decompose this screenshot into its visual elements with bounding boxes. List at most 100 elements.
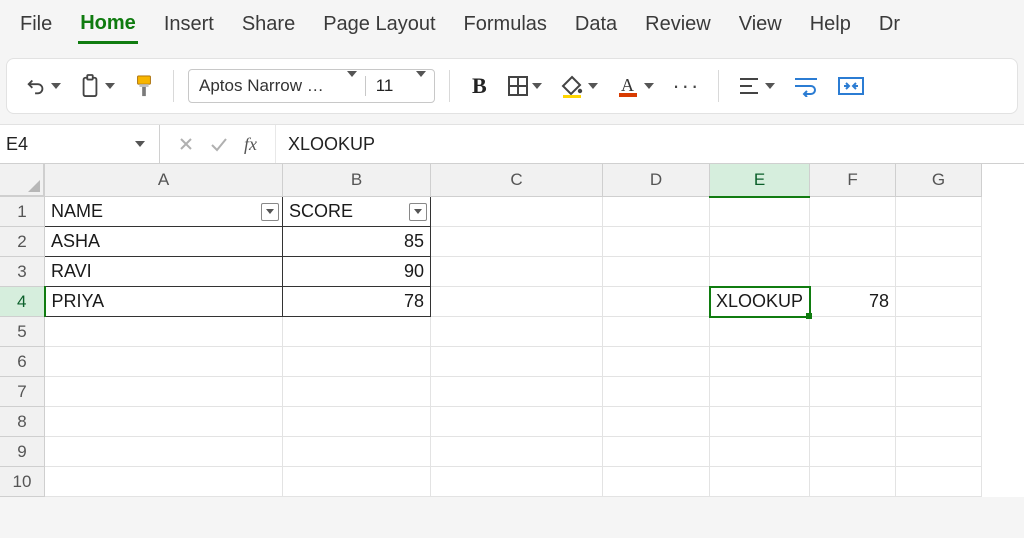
cell-G4[interactable] [896,287,982,317]
cell-D10[interactable] [603,467,710,497]
row-header-4[interactable]: 4 [0,287,45,317]
cell-B6[interactable] [283,347,431,377]
cell-F9[interactable] [810,437,896,467]
cell-D8[interactable] [603,407,710,437]
row-header-9[interactable]: 9 [0,437,45,467]
cell-G2[interactable] [896,227,982,257]
cell-G6[interactable] [896,347,982,377]
cell-A1[interactable]: NAME [45,197,283,227]
cell-B4[interactable]: 78 [283,287,431,317]
filter-button[interactable] [409,203,427,221]
cell-C8[interactable] [431,407,603,437]
cell-E6[interactable] [710,347,810,377]
tab-page-layout[interactable]: Page Layout [321,9,437,44]
formula-input[interactable]: XLOOKUP [276,134,375,155]
cell-F2[interactable] [810,227,896,257]
bold-button[interactable]: B [464,69,494,103]
more-formatting-button[interactable]: ··· [668,69,704,103]
row-header-1[interactable]: 1 [0,197,45,227]
wrap-text-button[interactable] [789,69,823,103]
row-header-7[interactable]: 7 [0,377,45,407]
col-header-G[interactable]: G [896,164,982,197]
cell-E7[interactable] [710,377,810,407]
col-header-C[interactable]: C [431,164,603,197]
row-header-2[interactable]: 2 [0,227,45,257]
cell-C5[interactable] [431,317,603,347]
cell-E5[interactable] [710,317,810,347]
row-header-5[interactable]: 5 [0,317,45,347]
cell-C9[interactable] [431,437,603,467]
tab-view[interactable]: View [737,9,784,44]
col-header-D[interactable]: D [603,164,710,197]
cell-E9[interactable] [710,437,810,467]
cell-A10[interactable] [45,467,283,497]
cell-C4[interactable] [431,287,603,317]
cell-F6[interactable] [810,347,896,377]
cell-B2[interactable]: 85 [283,227,431,257]
row-header-8[interactable]: 8 [0,407,45,437]
cell-D7[interactable] [603,377,710,407]
cell-C1[interactable] [431,197,603,227]
cell-A5[interactable] [45,317,283,347]
cell-A2[interactable]: ASHA [45,227,283,257]
tab-data[interactable]: Data [573,9,619,44]
col-header-E[interactable]: E [710,164,810,197]
enter-icon[interactable] [210,136,228,152]
merge-center-button[interactable] [833,69,869,103]
tab-share[interactable]: Share [240,9,297,44]
font-color-button[interactable]: A [612,69,658,103]
cell-F5[interactable] [810,317,896,347]
paste-button[interactable] [75,69,119,103]
cell-B7[interactable] [283,377,431,407]
tab-formulas[interactable]: Formulas [462,9,549,44]
cell-A4[interactable]: PRIYA [45,287,283,317]
cell-E2[interactable] [710,227,810,257]
col-header-F[interactable]: F [810,164,896,197]
cell-F4[interactable]: 78 [810,287,896,317]
cell-B5[interactable] [283,317,431,347]
font-picker[interactable]: Aptos Narrow … 11 [188,69,435,103]
cell-F1[interactable] [810,197,896,227]
cell-B3[interactable]: 90 [283,257,431,287]
cell-A7[interactable] [45,377,283,407]
cell-B10[interactable] [283,467,431,497]
format-painter-button[interactable] [129,69,159,103]
cell-E3[interactable] [710,257,810,287]
cell-C7[interactable] [431,377,603,407]
cell-F10[interactable] [810,467,896,497]
cell-F3[interactable] [810,257,896,287]
tab-insert[interactable]: Insert [162,9,216,44]
fx-icon[interactable]: fx [244,134,257,155]
align-button[interactable] [733,69,779,103]
tab-draw-truncated[interactable]: Dr [877,9,902,44]
chevron-down-icon[interactable] [334,77,365,95]
cell-D9[interactable] [603,437,710,467]
borders-button[interactable] [504,69,546,103]
chevron-down-icon[interactable] [403,77,434,95]
cell-E1[interactable] [710,197,810,227]
spreadsheet-grid[interactable]: A B C D E F G 1 NAME SCORE 2 ASHA 85 3 [0,164,1024,497]
cell-B9[interactable] [283,437,431,467]
cell-B8[interactable] [283,407,431,437]
tab-review[interactable]: Review [643,9,713,44]
cell-A3[interactable]: RAVI [45,257,283,287]
cell-D2[interactable] [603,227,710,257]
cell-E8[interactable] [710,407,810,437]
filter-button[interactable] [261,203,279,221]
cell-G5[interactable] [896,317,982,347]
cell-C6[interactable] [431,347,603,377]
cell-A8[interactable] [45,407,283,437]
cell-A6[interactable] [45,347,283,377]
cell-D4[interactable] [603,287,710,317]
cancel-icon[interactable] [178,136,194,152]
col-header-A[interactable]: A [45,164,283,197]
cell-A9[interactable] [45,437,283,467]
tab-home[interactable]: Home [78,8,138,44]
cell-E4[interactable]: XLOOKUP [710,287,810,317]
cell-E10[interactable] [710,467,810,497]
cell-D6[interactable] [603,347,710,377]
cell-G7[interactable] [896,377,982,407]
name-box[interactable]: E4 [0,125,160,163]
cell-D1[interactable] [603,197,710,227]
cell-G8[interactable] [896,407,982,437]
